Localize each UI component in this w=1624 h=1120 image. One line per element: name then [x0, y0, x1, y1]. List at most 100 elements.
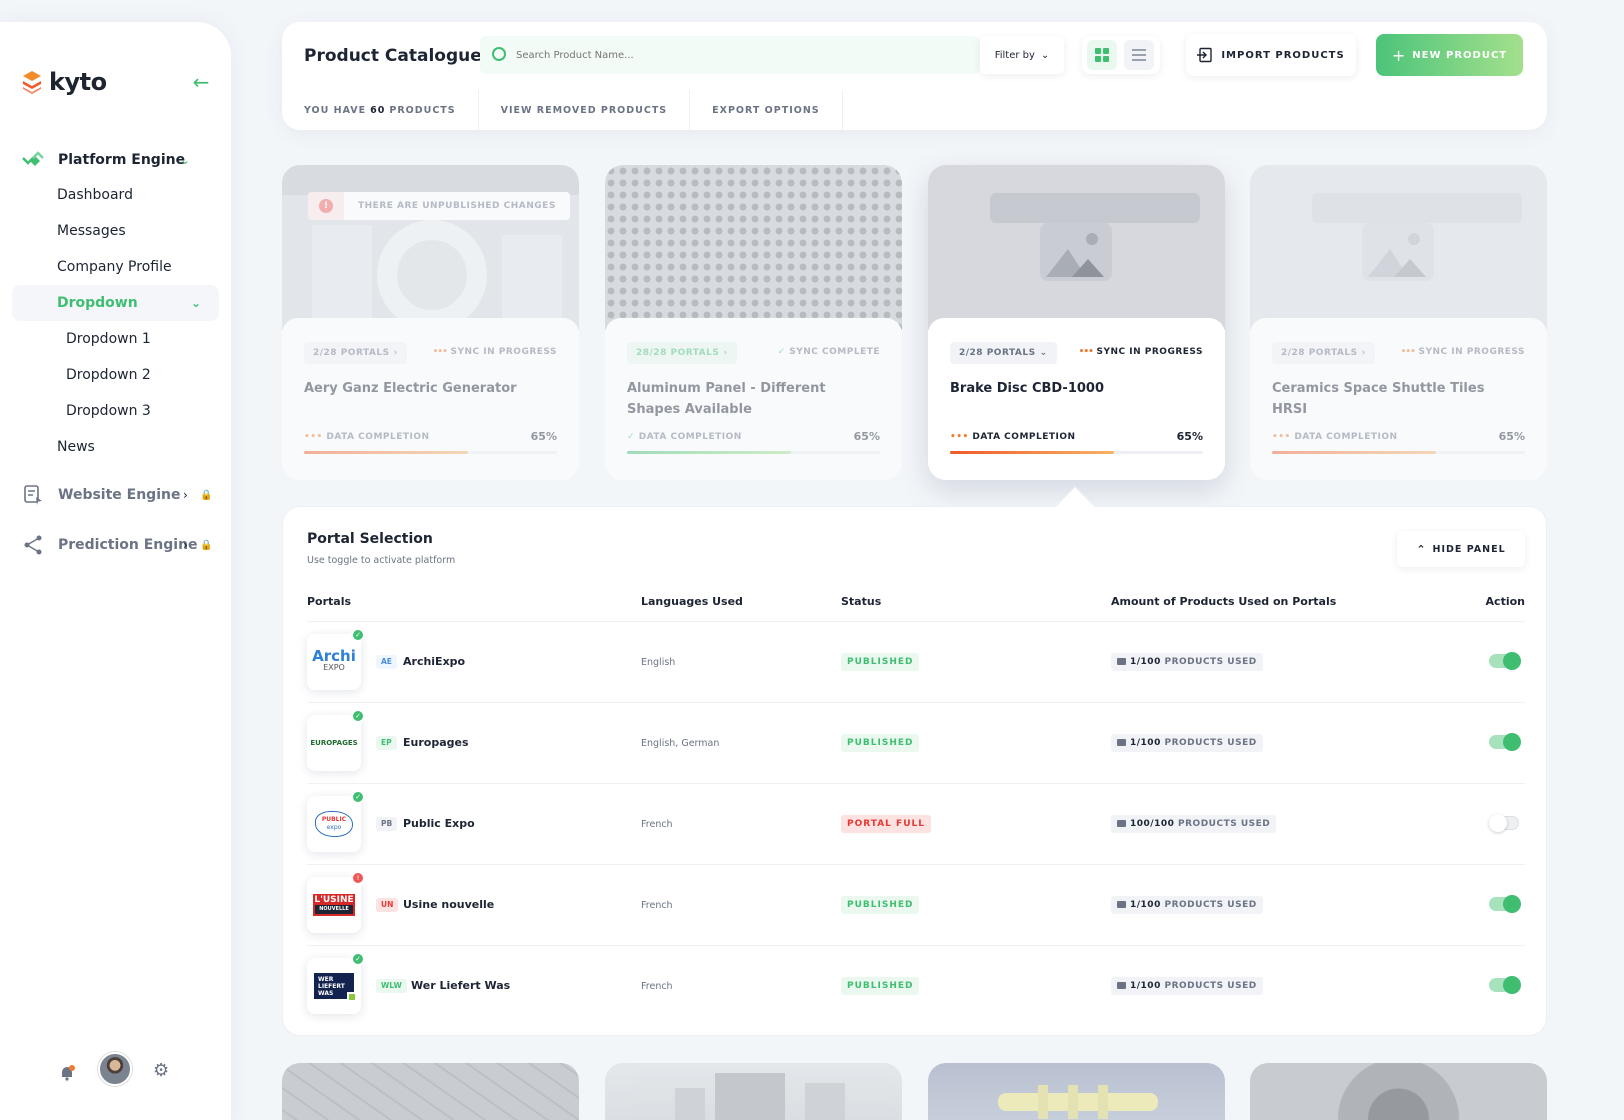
- sync-label: SYNC IN PROGRESS: [450, 347, 557, 357]
- portal-toggle[interactable]: [1489, 814, 1519, 832]
- tab-product-count[interactable]: YOU HAVE 60 PRODUCTS: [282, 90, 479, 130]
- table-row: L'USINE NOUVELLE ! UN Usine nouvelle Fre…: [307, 864, 1525, 945]
- product-info: 28/28 PORTALS › ✓ SYNC COMPLETE Aluminum …: [605, 318, 902, 480]
- nav-section-prediction-engine[interactable]: Prediction Engine › 🔒: [0, 527, 231, 563]
- product-info: 2/28 PORTALS ⌄ ••• SYNC IN PROGRESS Brake…: [928, 318, 1225, 480]
- sidebar-item-label: Company Profile: [57, 259, 172, 275]
- product-card[interactable]: 2/28 PORTALS › ••• SYNC IN PROGRESS Ceram…: [1250, 165, 1547, 480]
- portal-toggle[interactable]: [1489, 733, 1521, 751]
- data-completion-label: ✓ DATA COMPLETION: [627, 432, 742, 442]
- products-used-label: PRODUCTS USED: [1164, 981, 1257, 991]
- product-image: [282, 165, 579, 330]
- product-card[interactable]: 28/28 PORTALS › ✓ SYNC COMPLETE Aluminum …: [605, 165, 902, 480]
- portal-name: Public Expo: [403, 817, 475, 830]
- sidebar-item-dropdown[interactable]: Dropdown ⌄: [12, 285, 219, 321]
- share-icon: [24, 535, 42, 555]
- grid-icon: [1095, 48, 1109, 62]
- portal-name: Wer Liefert Was: [411, 979, 511, 992]
- sidebar-item-dashboard[interactable]: Dashboard: [0, 177, 231, 213]
- product-card[interactable]: [928, 1063, 1225, 1120]
- product-card-selected[interactable]: 2/28 PORTALS ⌄ ••• SYNC IN PROGRESS Brake…: [928, 165, 1225, 480]
- search-input[interactable]: [516, 36, 956, 74]
- logo-text: EXPO: [323, 663, 345, 672]
- lock-icon: 🔒: [200, 489, 213, 501]
- table-header: Portals Languages Used Status Amount of …: [307, 595, 1525, 613]
- portal-languages: English: [641, 657, 676, 668]
- sidebar-item-label: Dropdown 3: [66, 403, 151, 419]
- table-row: WER LIEFERT WAS ✓ WLW Wer Liefert Was Fr…: [307, 945, 1525, 1026]
- portals-dropdown[interactable]: 2/28 PORTALS ⌄: [950, 342, 1057, 364]
- completion-bar: [1272, 451, 1525, 454]
- completion-bar: [950, 451, 1203, 454]
- portal-code: AE: [376, 655, 397, 669]
- products-used-badge: 1/100 PRODUCTS USED: [1111, 896, 1263, 914]
- wer-liefert-was-logo: WER LIEFERT WAS: [307, 958, 361, 1014]
- products-used-badge: 1/100 PRODUCTS USED: [1111, 734, 1263, 752]
- portal-languages: French: [641, 900, 673, 911]
- new-product-button[interactable]: + NEW PRODUCT: [1376, 34, 1523, 76]
- sidebar-item-dropdown-2[interactable]: Dropdown 2: [0, 357, 231, 393]
- product-card[interactable]: [1250, 1063, 1547, 1120]
- grid-view-button[interactable]: [1087, 40, 1117, 70]
- chevron-right-icon[interactable]: ›: [183, 488, 188, 502]
- portals-chip[interactable]: 2/28 PORTALS ›: [1272, 342, 1375, 364]
- product-card[interactable]: [282, 1063, 579, 1120]
- product-image-placeholder: [1250, 165, 1547, 330]
- check-icon: ✓: [627, 432, 636, 442]
- tab-export-options[interactable]: EXPORT OPTIONS: [690, 90, 843, 130]
- chevron-right-icon: ›: [393, 348, 398, 358]
- portal-toggle[interactable]: [1489, 976, 1521, 994]
- collapse-sidebar-icon[interactable]: ←: [189, 70, 213, 94]
- filter-dropdown[interactable]: Filter by ⌄: [980, 36, 1064, 74]
- portal-code: UN: [376, 898, 399, 912]
- list-view-button[interactable]: [1124, 40, 1154, 70]
- hide-panel-button[interactable]: ⌃ HIDE PANEL: [1397, 531, 1525, 567]
- gear-icon[interactable]: ⚙: [153, 1060, 169, 1081]
- product-card[interactable]: [605, 1063, 902, 1120]
- portal-selection-panel: Portal Selection Use toggle to activate …: [282, 506, 1547, 1036]
- sync-label: SYNC IN PROGRESS: [1418, 347, 1525, 357]
- portal-toggle[interactable]: [1489, 895, 1521, 913]
- check-badge-icon: ✓: [351, 952, 365, 966]
- chevron-right-icon[interactable]: ›: [183, 538, 188, 552]
- completion-fill: [627, 451, 792, 454]
- sidebar-item-dropdown-3[interactable]: Dropdown 3: [0, 393, 231, 429]
- catalogue-tabs: YOU HAVE 60 PRODUCTS VIEW REMOVED PRODUC…: [282, 90, 1547, 130]
- nav-section-website-engine[interactable]: Website Engine › 🔒: [0, 477, 231, 513]
- notification-bell-icon[interactable]: [58, 1064, 76, 1082]
- search-field[interactable]: [480, 36, 980, 74]
- box-icon: [1117, 739, 1126, 746]
- user-avatar[interactable]: [98, 1052, 132, 1086]
- sidebar-item-news[interactable]: News: [0, 429, 231, 465]
- tab-removed-products[interactable]: VIEW REMOVED PRODUCTS: [479, 90, 691, 130]
- portal-toggle[interactable]: [1489, 652, 1521, 670]
- sidebar-item-dropdown-1[interactable]: Dropdown 1: [0, 321, 231, 357]
- logo-text: NOUVELLE: [315, 905, 353, 914]
- portals-count: 2/28 PORTALS: [959, 348, 1036, 358]
- sync-label: SYNC COMPLETE: [789, 347, 880, 357]
- sidebar-item-company-profile[interactable]: Company Profile: [0, 249, 231, 285]
- nav-section-label: Prediction Engine: [58, 537, 198, 553]
- product-image-placeholder: [928, 165, 1225, 330]
- brand-logo[interactable]: kyto: [21, 68, 107, 96]
- products-used-badge: 1/100 PRODUCTS USED: [1111, 977, 1263, 995]
- sync-status: ••• SYNC IN PROGRESS: [1079, 347, 1203, 357]
- nav-section-platform-engine[interactable]: Platform Engine ⌄: [0, 142, 231, 178]
- chevron-down-icon[interactable]: ⌄: [180, 153, 190, 167]
- table-row: Archi EXPO ✓ AE ArchiExpo English PUBLIS…: [307, 621, 1525, 702]
- search-icon: [492, 47, 506, 61]
- portals-count: 2/28 PORTALS: [1281, 348, 1358, 358]
- nav-section-label: Website Engine: [58, 487, 181, 503]
- hide-panel-label: HIDE PANEL: [1432, 543, 1506, 555]
- chevron-down-icon[interactable]: ⌄: [191, 296, 201, 310]
- sidebar-item-messages[interactable]: Messages: [0, 213, 231, 249]
- products-used-count: 1/100: [1130, 900, 1161, 910]
- portal-code: PB: [376, 817, 398, 831]
- portals-chip[interactable]: 28/28 PORTALS ›: [627, 342, 737, 364]
- completion-fill: [304, 451, 469, 454]
- portals-chip[interactable]: 2/28 PORTALS ›: [304, 342, 407, 364]
- products-used-count: 100/100: [1130, 819, 1175, 829]
- import-products-button[interactable]: IMPORT PRODUCTS: [1186, 34, 1356, 76]
- sidebar: kyto ← Platform Engine ⌄ Dashboard Messa…: [0, 22, 231, 1120]
- product-card[interactable]: ! THERE ARE UNPUBLISHED CHANGES 2/28 POR…: [282, 165, 579, 480]
